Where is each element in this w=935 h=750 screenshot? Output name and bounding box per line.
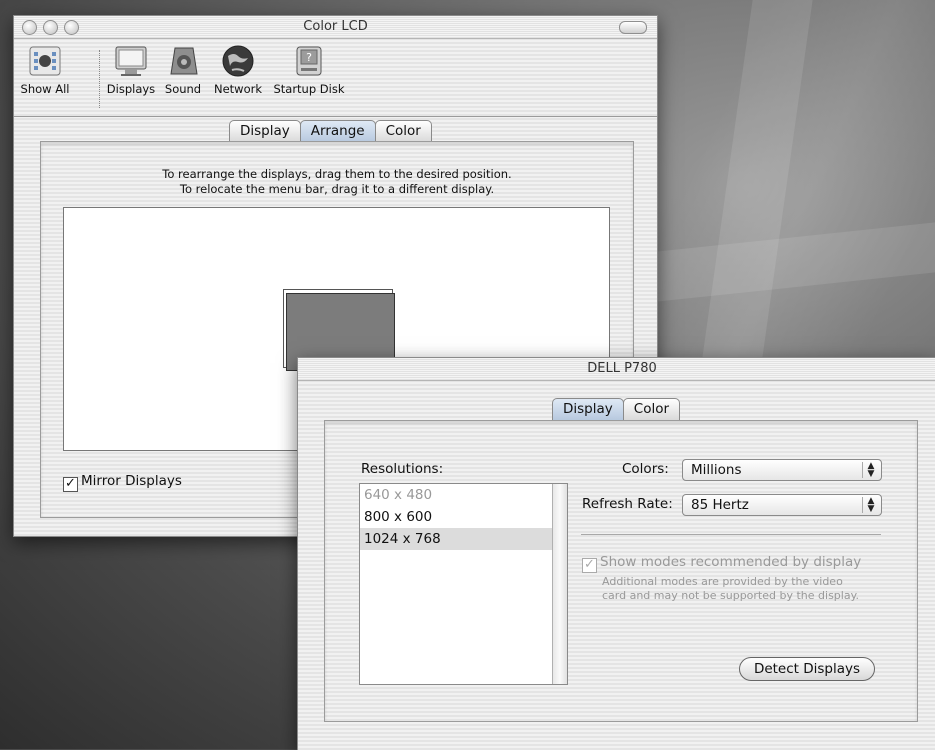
refresh-rate-popup[interactable]: 85 Hertz ▲ ▼ (682, 494, 882, 516)
separator (581, 534, 881, 535)
tab-color[interactable]: Color (374, 120, 432, 142)
resolution-option[interactable]: 800 x 600 (360, 506, 567, 528)
show-modes-option: ✓ Show modes recommended by display (582, 554, 861, 573)
toolbar-label: Sound (164, 82, 202, 96)
toolbar-label: Displays (106, 82, 156, 96)
tab-display[interactable]: Display (229, 120, 301, 142)
resolution-option[interactable]: 640 x 480 (360, 484, 567, 506)
resolution-option[interactable]: 1024 x 768 (360, 528, 552, 550)
toolbar-label: Startup Disk (273, 82, 345, 96)
tab-arrange[interactable]: Arrange (299, 120, 376, 142)
show-all-icon (27, 44, 63, 78)
toolbar-show-all[interactable]: Show All (16, 44, 74, 96)
detect-displays-button[interactable]: Detect Displays (739, 657, 875, 681)
note-line: Additional modes are provided by the vid… (602, 575, 843, 588)
tab-display[interactable]: Display (552, 398, 624, 420)
resolutions-scrollbar[interactable] (552, 484, 567, 684)
window-title: Color LCD (303, 19, 368, 34)
dell-p780-window: DELL P780 Display Color Resolutions: 640… (297, 357, 935, 750)
mirror-displays-option[interactable]: ✓ Mirror Displays (63, 473, 182, 492)
colors-popup[interactable]: Millions ▲ ▼ (682, 459, 882, 481)
colors-label: Colors: (622, 461, 669, 477)
show-modes-note: Additional modes are provided by the vid… (602, 575, 859, 603)
tab-bar: Display Arrange Color (229, 120, 432, 142)
globe-icon (220, 44, 256, 78)
resolutions-list[interactable]: 640 x 480 800 x 600 1024 x 768 (359, 483, 568, 685)
toolbar-sound[interactable]: Sound (161, 44, 205, 96)
show-modes-checkbox: ✓ (582, 558, 597, 573)
zoom-button[interactable] (64, 20, 79, 35)
refresh-rate-value: 85 Hertz (691, 497, 749, 513)
mirror-displays-label: Mirror Displays (81, 473, 182, 489)
toolbar-toggle-button[interactable] (619, 21, 647, 34)
tab-color[interactable]: Color (622, 398, 681, 420)
toolbar-displays[interactable]: Displays (104, 44, 158, 96)
popup-arrows-icon: ▲ ▼ (862, 497, 879, 514)
svg-text:?: ? (306, 51, 312, 64)
colors-value: Millions (691, 462, 742, 478)
tab-bar: Display Color (552, 398, 681, 420)
refresh-rate-label: Refresh Rate: (582, 496, 673, 512)
minimize-button[interactable] (43, 20, 58, 35)
display-panel: Resolutions: 640 x 480 800 x 600 1024 x … (324, 420, 918, 722)
arrange-instructions: To rearrange the displays, drag them to … (41, 167, 633, 197)
disk-icon: ? (291, 44, 327, 78)
instruction-line: To rearrange the displays, drag them to … (162, 167, 512, 181)
show-modes-label: Show modes recommended by display (600, 554, 862, 570)
toolbar-network[interactable]: Network (210, 44, 266, 96)
toolbar-label: Network (213, 82, 263, 96)
popup-arrows-icon: ▲ ▼ (862, 462, 879, 479)
display-icon (113, 44, 149, 78)
toolbar: Show All Displays Sound Network ? Startu… (14, 38, 657, 117)
note-line: card and may not be supported by the dis… (602, 589, 860, 602)
speaker-icon (165, 44, 201, 78)
toolbar-label: Show All (20, 82, 70, 96)
mirror-displays-checkbox[interactable]: ✓ (63, 477, 78, 492)
toolbar-startup-disk[interactable]: ? Startup Disk (271, 44, 347, 96)
close-button[interactable] (22, 20, 37, 35)
window-titlebar[interactable]: DELL P780 (298, 358, 935, 381)
toolbar-separator (99, 50, 100, 108)
resolutions-label: Resolutions: (361, 461, 444, 477)
window-title: DELL P780 (587, 361, 657, 376)
window-titlebar[interactable]: Color LCD (14, 16, 657, 39)
instruction-line: To relocate the menu bar, drag it to a d… (179, 182, 495, 196)
